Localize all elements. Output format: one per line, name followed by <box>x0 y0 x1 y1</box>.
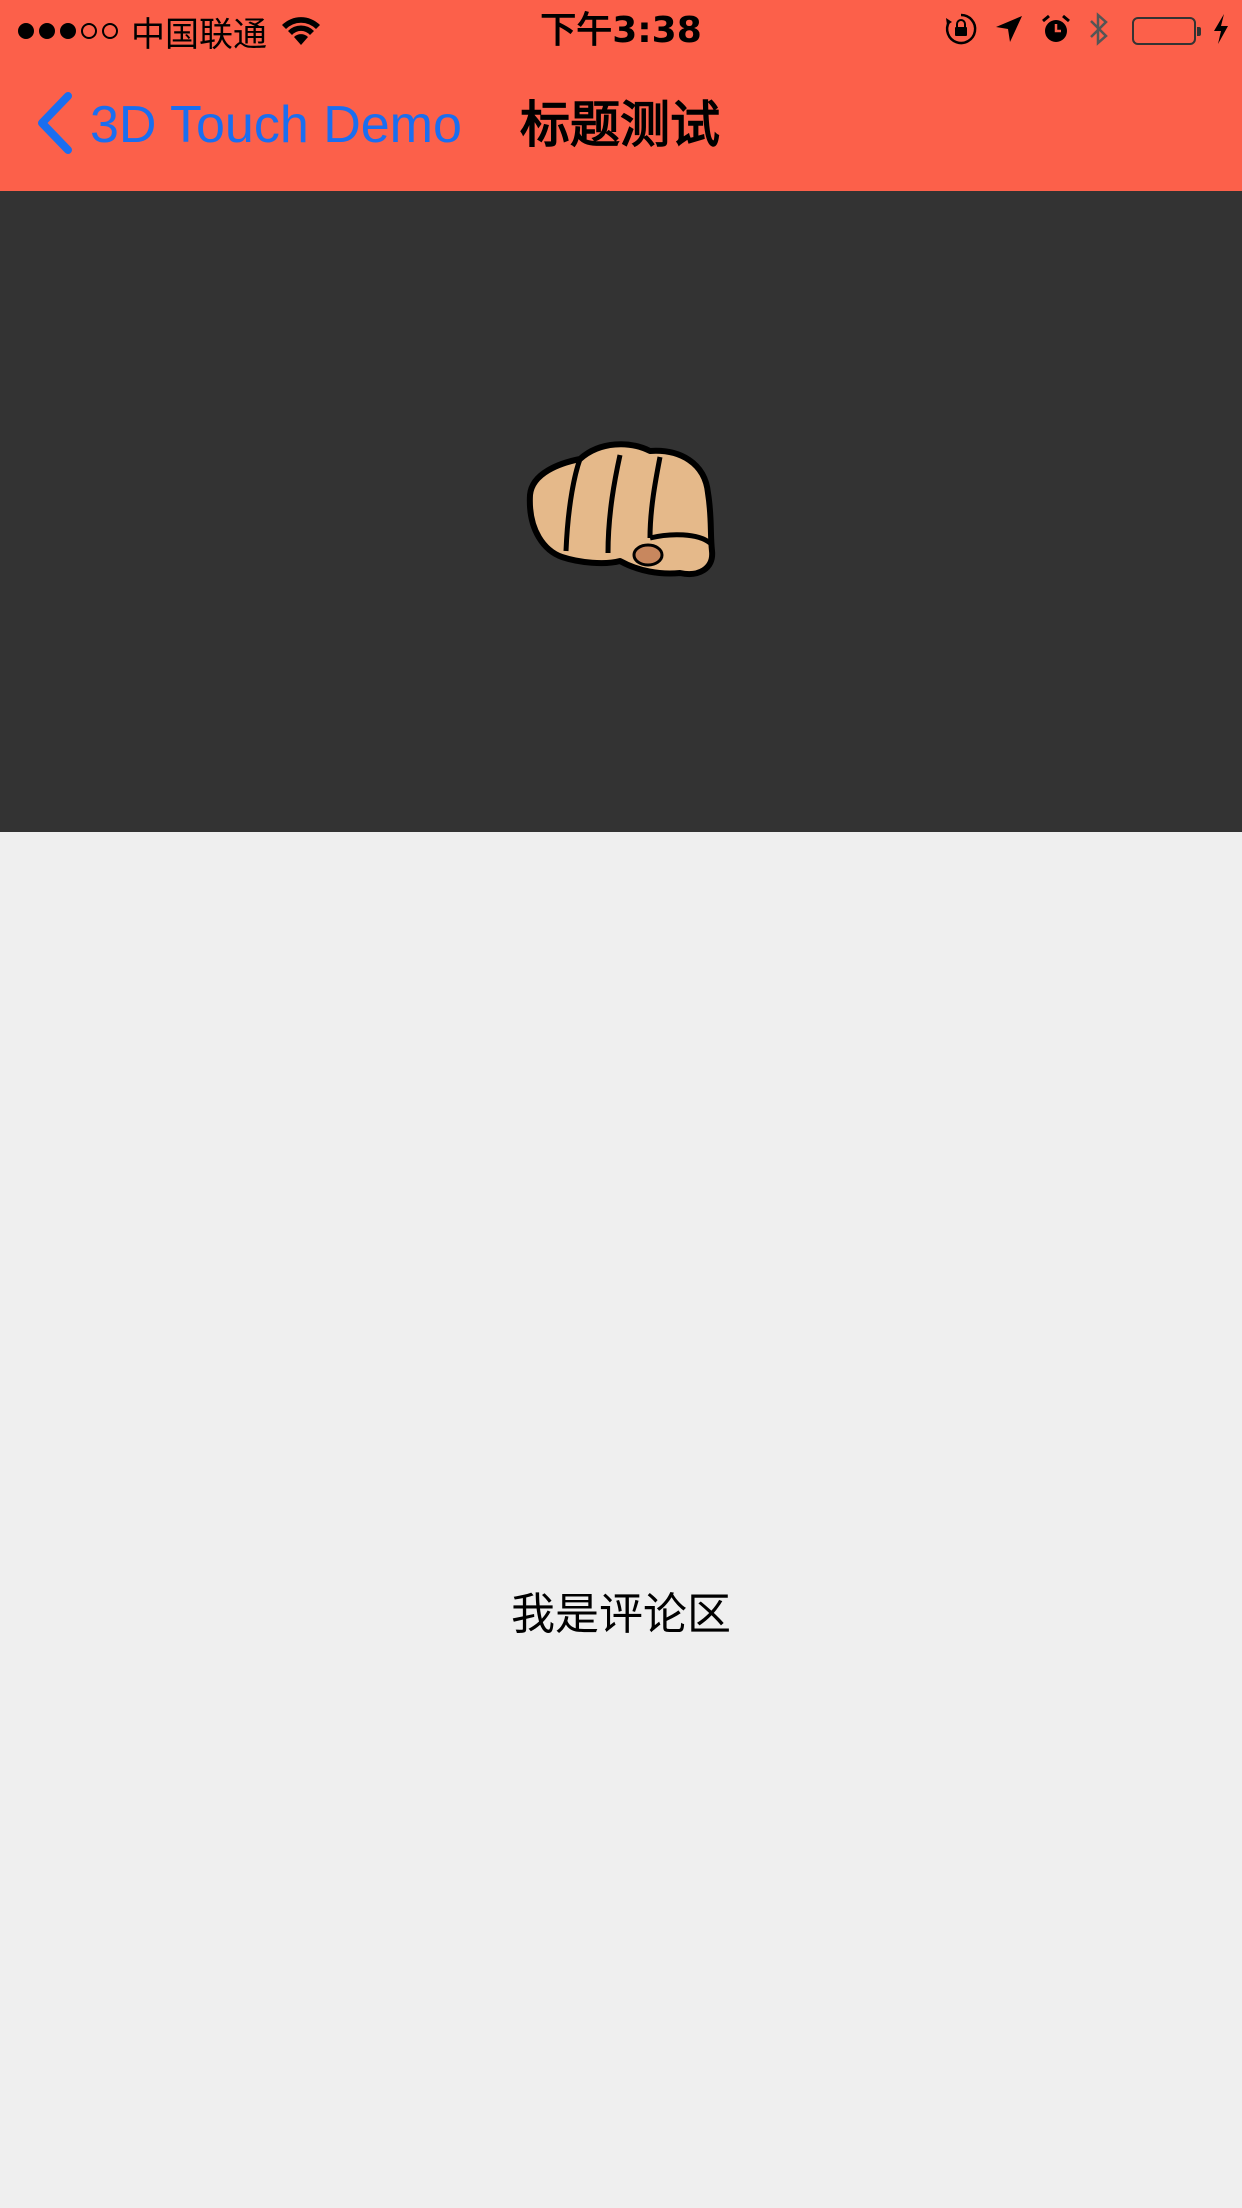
location-icon <box>994 14 1024 48</box>
charging-icon <box>1212 13 1230 49</box>
status-bar: 中国联通 下午3:38 <box>0 0 1242 62</box>
battery-icon <box>1132 17 1201 45</box>
navigation-bar: 3D Touch Demo 标题测试 <box>0 62 1242 191</box>
comment-section-label: 我是评论区 <box>511 1589 731 1640</box>
hero-image <box>0 191 1242 832</box>
header: 中国联通 下午3:38 3D Touch Demo 标题测试 <box>0 0 1242 191</box>
status-bar-right <box>928 10 1230 52</box>
fist-icon <box>526 441 716 577</box>
back-button[interactable]: 3D Touch Demo <box>34 92 462 158</box>
back-button-label: 3D Touch Demo <box>90 96 462 154</box>
chevron-left-icon <box>34 90 74 160</box>
alarm-icon <box>1040 13 1072 49</box>
rotation-lock-icon <box>944 12 978 50</box>
bluetooth-icon <box>1088 11 1110 51</box>
page-title: 标题测试 <box>520 96 720 154</box>
